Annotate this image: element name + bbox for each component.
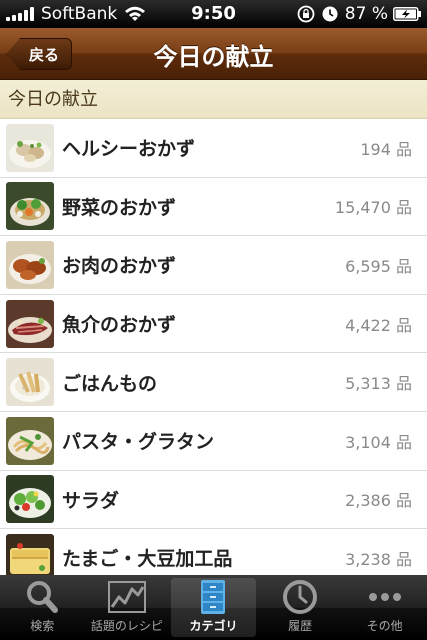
tab-trending-recipes[interactable]: 話題のレシピ (85, 575, 170, 640)
search-icon (27, 581, 59, 613)
item-count: 3,104 品 (345, 432, 412, 452)
item-count: 15,470 品 (334, 198, 412, 218)
tab-history[interactable]: 履歴 (258, 575, 343, 640)
rice-dish-thumbnail (6, 358, 54, 407)
item-label: 野菜のおかず (62, 196, 177, 219)
section-header: 今日の献立 (0, 80, 427, 119)
tab-more[interactable]: その他 (342, 575, 427, 640)
item-count: 4,422 品 (345, 315, 412, 335)
healthy-dish-thumbnail (6, 123, 54, 172)
status-bar: SoftBank 9:50 87 % (0, 0, 427, 28)
alarm-clock-icon (322, 6, 338, 22)
clock-icon (283, 580, 318, 614)
list-item-seafood[interactable]: 魚介のおかず 4,422 品 (0, 294, 427, 354)
list-item-pasta[interactable]: パスタ・グラタン 3,104 品 (0, 411, 427, 471)
tab-label: 検索 (30, 619, 55, 633)
pasta-dish-thumbnail (6, 416, 54, 465)
item-label: サラダ (62, 489, 120, 512)
tab-label: その他 (366, 619, 403, 633)
tab-category[interactable]: カテゴリ (171, 578, 256, 637)
item-count: 6,595 品 (345, 256, 412, 276)
vegetable-dish-thumbnail (6, 182, 54, 231)
item-label: 魚介のおかず (62, 314, 177, 337)
list-item-meat[interactable]: お肉のおかず 6,595 品 (0, 236, 427, 295)
list-item-healthy[interactable]: ヘルシーおかず 194 品 (0, 119, 427, 178)
item-count: 5,313 品 (345, 374, 412, 394)
item-count: 194 品 (360, 139, 412, 159)
item-label: お肉のおかず (62, 255, 177, 278)
list-item-vegetable[interactable]: 野菜のおかず 15,470 品 (0, 177, 427, 237)
meat-dish-thumbnail (6, 240, 54, 289)
more-dots-icon (368, 593, 401, 601)
item-label: パスタ・グラタン (62, 431, 215, 454)
battery-percentage: 87 % (344, 4, 388, 24)
battery-charging-icon (393, 7, 421, 21)
list-item-salad[interactable]: サラダ 2,386 品 (0, 470, 427, 530)
category-list: ヘルシーおかず 194 品 野菜のおかず 15,470 品 お肉のおかず 6,5… (0, 119, 427, 588)
rotation-lock-icon (297, 5, 315, 23)
item-label: ごはんもの (62, 372, 158, 395)
tab-label: 履歴 (288, 619, 313, 633)
list-item-rice[interactable]: ごはんもの 5,313 品 (0, 353, 427, 412)
trend-chart-icon (107, 581, 146, 613)
item-count: 2,386 品 (345, 491, 412, 511)
item-count: 3,238 品 (345, 549, 412, 569)
item-label: ヘルシーおかず (62, 138, 196, 161)
page-title: 今日の献立 (153, 43, 274, 71)
tab-label: カテゴリ (189, 619, 238, 633)
salad-dish-thumbnail (6, 475, 54, 524)
navigation-bar: 戻る 今日の献立 (0, 28, 427, 80)
seafood-dish-thumbnail (6, 299, 54, 348)
tab-search[interactable]: 検索 (0, 575, 85, 640)
item-label: たまご・大豆加工品 (62, 548, 233, 571)
tab-label: 話題のレシピ (90, 619, 163, 633)
file-cabinet-icon (201, 580, 226, 614)
tab-bar: 検索 話題のレシピ カテゴリ 履歴 その他 (0, 575, 427, 640)
status-right: 87 % (297, 4, 421, 24)
